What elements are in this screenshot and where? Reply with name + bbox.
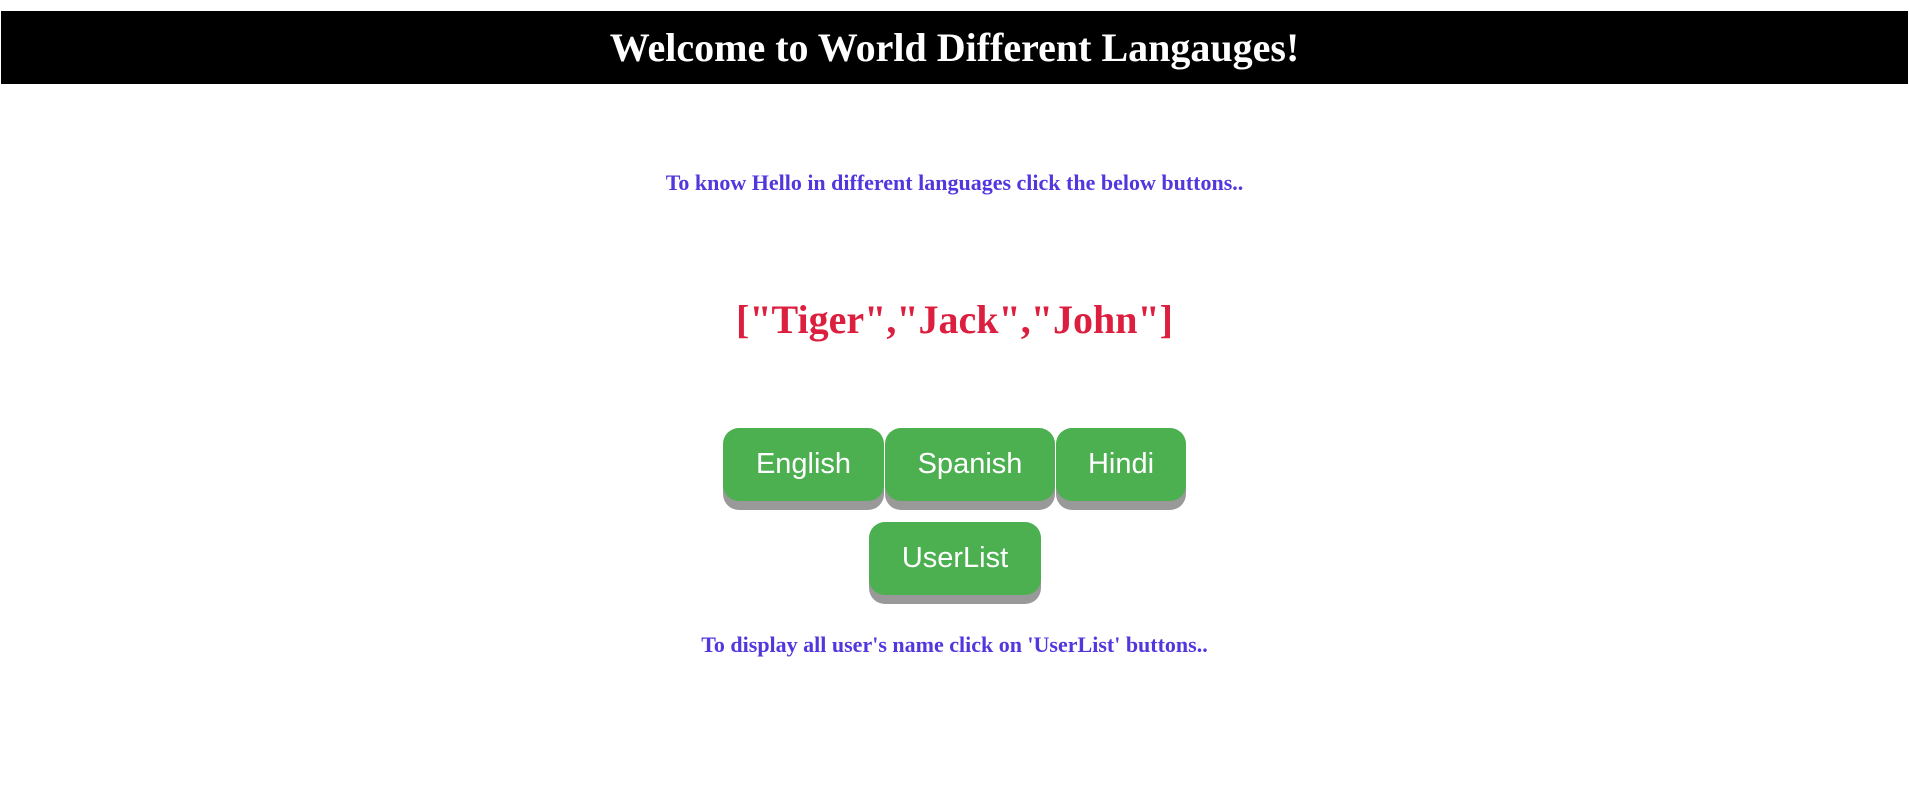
english-button[interactable]: English: [723, 428, 884, 501]
page: Welcome to World Different Langauges! To…: [0, 0, 1909, 790]
userlist-button[interactable]: UserList: [869, 522, 1041, 595]
header-bar: Welcome to World Different Langauges!: [1, 11, 1908, 84]
spanish-button[interactable]: Spanish: [885, 428, 1055, 501]
result-display: ["Tiger","Jack","John"]: [736, 297, 1173, 342]
hindi-button[interactable]: Hindi: [1056, 428, 1186, 501]
intro-instruction: To know Hello in different languages cli…: [665, 170, 1244, 195]
userlist-instruction: To display all user's name click on 'Use…: [701, 632, 1208, 657]
page-title: Welcome to World Different Langauges!: [609, 24, 1300, 70]
